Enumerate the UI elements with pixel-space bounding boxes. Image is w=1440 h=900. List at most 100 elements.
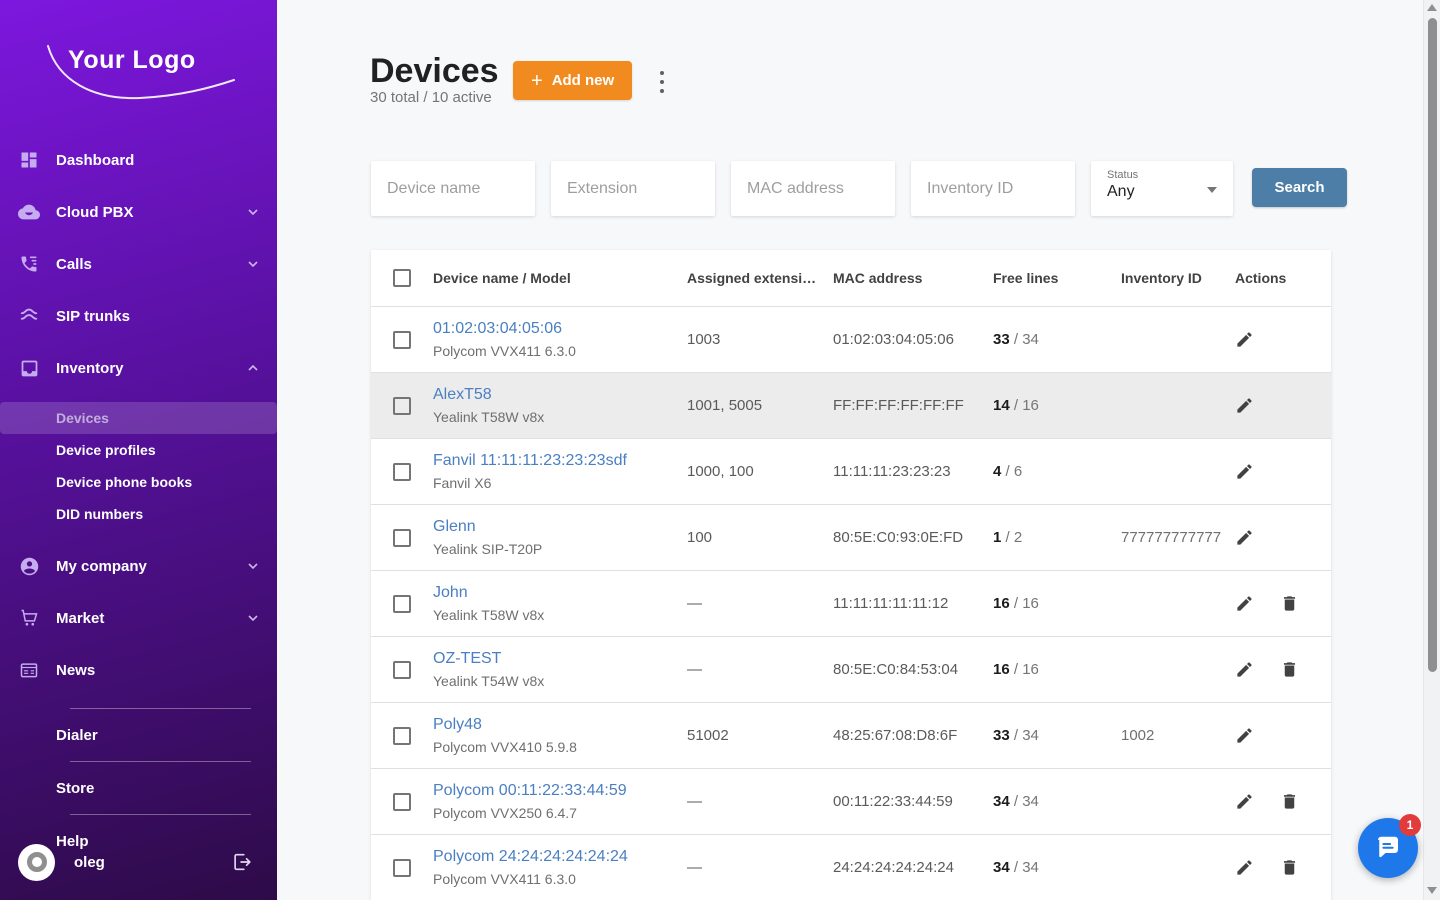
sidebar-subitem-label: Device phone books	[56, 474, 192, 490]
sidebar-item-dashboard[interactable]: Dashboard	[0, 134, 277, 186]
row-checkbox[interactable]	[393, 727, 411, 745]
sidebar-item-label: Dashboard	[56, 152, 259, 169]
delete-icon[interactable]	[1280, 858, 1299, 877]
logo-text: Your Logo	[68, 46, 196, 75]
logout-icon[interactable]	[231, 851, 253, 873]
sidebar-item-inventory[interactable]: Inventory	[0, 342, 277, 394]
sidebar-item-label: News	[56, 662, 259, 679]
select-all-checkbox[interactable]	[393, 269, 411, 287]
add-new-label: Add new	[552, 72, 615, 89]
edit-icon[interactable]	[1235, 594, 1254, 613]
row-checkbox[interactable]	[393, 661, 411, 679]
row-checkbox[interactable]	[393, 397, 411, 415]
delete-icon[interactable]	[1280, 792, 1299, 811]
edit-icon[interactable]	[1235, 858, 1254, 877]
device-name-link[interactable]: Poly48	[433, 716, 687, 734]
column-header-free-lines[interactable]: Free lines	[993, 270, 1121, 286]
free-lines: 33 / 34	[993, 331, 1121, 348]
sidebar-item-news[interactable]: News	[0, 644, 277, 696]
search-button[interactable]: Search	[1252, 168, 1347, 207]
delete-icon[interactable]	[1280, 594, 1299, 613]
column-header-inventory-id[interactable]: Inventory ID	[1121, 270, 1235, 286]
device-name-link[interactable]: OZ-TEST	[433, 650, 687, 668]
mac-address-input[interactable]	[747, 180, 879, 198]
edit-icon[interactable]	[1235, 396, 1254, 415]
scroll-up-icon[interactable]	[1427, 4, 1437, 11]
inventory-id-input[interactable]	[927, 180, 1059, 198]
divider	[70, 708, 251, 709]
column-header-mac[interactable]: MAC address	[833, 270, 993, 286]
sidebar-item-sip-trunks[interactable]: SIP trunks	[0, 290, 277, 342]
device-name-link[interactable]: AlexT58	[433, 386, 687, 404]
row-checkbox[interactable]	[393, 331, 411, 349]
edit-icon[interactable]	[1235, 660, 1254, 679]
dashboard-icon	[18, 149, 40, 171]
device-name-link[interactable]: Polycom 24:24:24:24:24:24	[433, 848, 687, 866]
sidebar-link-dialer[interactable]: Dialer	[0, 721, 277, 749]
user-name: oleg	[74, 854, 231, 871]
row-checkbox[interactable]	[393, 529, 411, 547]
edit-icon[interactable]	[1235, 330, 1254, 349]
row-checkbox[interactable]	[393, 859, 411, 877]
free-lines: 4 / 6	[993, 463, 1121, 480]
free-lines: 34 / 34	[993, 859, 1121, 876]
logo[interactable]: Your Logo	[40, 38, 240, 110]
sidebar-item-cloud-pbx[interactable]: Cloud PBX	[0, 186, 277, 238]
free-lines-total: / 34	[1014, 793, 1039, 810]
device-name-link[interactable]: 01:02:03:04:05:06	[433, 320, 687, 338]
sidebar-item-my-company[interactable]: My company	[0, 540, 277, 592]
chat-widget-button[interactable]: 1	[1358, 818, 1418, 878]
free-lines-total: / 6	[1006, 463, 1023, 480]
scrollbar[interactable]	[1423, 0, 1440, 900]
table-header-row: Device name / Model Assigned extensio… M…	[371, 250, 1331, 307]
sidebar-item-label: Calls	[56, 256, 247, 273]
scrollbar-thumb[interactable]	[1428, 18, 1437, 672]
sip-trunks-icon	[18, 305, 40, 327]
sidebar-subitem[interactable]: DID numbers	[0, 498, 277, 530]
sidebar-subitem[interactable]: Device profiles	[0, 434, 277, 466]
mac-address: FF:FF:FF:FF:FF:FF	[833, 397, 993, 414]
edit-icon[interactable]	[1235, 462, 1254, 481]
free-lines: 33 / 34	[993, 727, 1121, 744]
extension-input[interactable]	[567, 180, 699, 198]
sidebar-subitem[interactable]: Device phone books	[0, 466, 277, 498]
device-name-link[interactable]: Glenn	[433, 518, 687, 536]
free-lines-used: 1	[993, 529, 1001, 546]
mac-address: 80:5E:C0:93:0E:FD	[833, 529, 993, 546]
column-header-name[interactable]: Device name / Model	[433, 270, 687, 286]
device-name-link[interactable]: Fanvil 11:11:11:23:23:23sdf	[433, 452, 687, 470]
avatar[interactable]	[18, 844, 55, 881]
column-header-extensions[interactable]: Assigned extensio…	[687, 270, 833, 286]
add-new-button[interactable]: + Add new	[513, 61, 632, 100]
chevron-down-icon	[247, 560, 259, 572]
kebab-menu-icon[interactable]	[654, 69, 670, 95]
sidebar: Your Logo Dashboard Cloud PBX Calls	[0, 0, 277, 900]
assigned-extensions: —	[687, 595, 833, 612]
free-lines-used: 14	[993, 397, 1010, 414]
free-lines: 34 / 34	[993, 793, 1121, 810]
scroll-down-icon[interactable]	[1427, 887, 1437, 894]
mac-address: 00:11:22:33:44:59	[833, 793, 993, 810]
sidebar-item-label: Cloud PBX	[56, 204, 247, 221]
sidebar-link-store[interactable]: Store	[0, 774, 277, 802]
edit-icon[interactable]	[1235, 792, 1254, 811]
sidebar-item-label: Market	[56, 610, 247, 627]
sidebar-item-label: Inventory	[56, 360, 247, 377]
sidebar-subitem[interactable]: Devices	[0, 402, 277, 434]
sidebar-item-market[interactable]: Market	[0, 592, 277, 644]
status-dropdown[interactable]: Status Any	[1091, 161, 1233, 216]
edit-icon[interactable]	[1235, 726, 1254, 745]
sidebar-item-calls[interactable]: Calls	[0, 238, 277, 290]
chat-notification-badge: 1	[1399, 814, 1421, 836]
table-row: Fanvil 11:11:11:23:23:23sdf Fanvil X6 10…	[371, 439, 1331, 505]
edit-icon[interactable]	[1235, 528, 1254, 547]
device-name-link[interactable]: Polycom 00:11:22:33:44:59	[433, 782, 687, 800]
row-checkbox[interactable]	[393, 463, 411, 481]
row-checkbox[interactable]	[393, 793, 411, 811]
delete-icon[interactable]	[1280, 660, 1299, 679]
device-name-link[interactable]: John	[433, 584, 687, 602]
row-checkbox[interactable]	[393, 595, 411, 613]
table-row: Poly48 Polycom VVX410 5.9.8 51002 48:25:…	[371, 703, 1331, 769]
free-lines-total: / 2	[1006, 529, 1023, 546]
device-name-input[interactable]	[387, 180, 519, 198]
